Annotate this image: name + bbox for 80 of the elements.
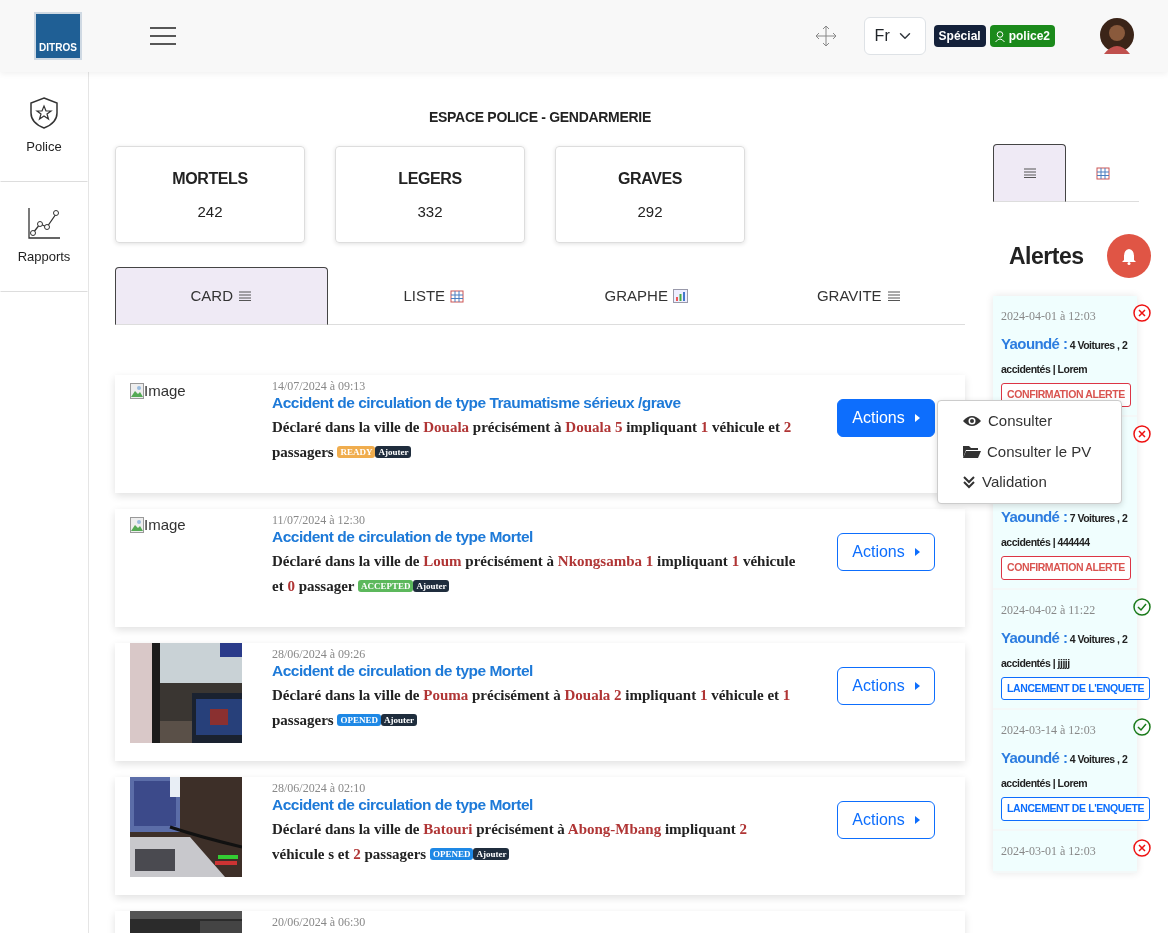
broken-image-icon <box>130 517 144 533</box>
add-badge[interactable]: Ajouter <box>413 580 450 593</box>
tab[interactable]: GRAVITE <box>752 267 965 325</box>
role-badge: Spécial <box>933 25 986 47</box>
alert-date: 2024-04-01 à 12:03 <box>1001 308 1097 325</box>
language-select[interactable]: Fr <box>863 17 926 55</box>
menu-icon <box>150 27 176 45</box>
stat-value: 292 <box>636 202 664 222</box>
actions-button[interactable]: Actions <box>837 801 935 839</box>
add-badge[interactable]: Ajouter <box>473 848 510 861</box>
tab[interactable]: GRAPHE <box>540 267 753 325</box>
accident-date: 20/06/2024 à 06:30 <box>272 915 366 929</box>
bell-button[interactable] <box>1107 234 1152 278</box>
list-icon <box>1022 168 1037 178</box>
add-badge[interactable]: Ajouter <box>375 446 412 459</box>
accident-title[interactable]: Accident de circulation de type Traumatisme sérieux /grave <box>272 393 802 414</box>
alert-action-button[interactable]: LANCEMENT DE L'ENQUETE <box>1001 797 1151 821</box>
menu-item[interactable]: Validation <box>938 467 1121 498</box>
stat-value: 242 <box>196 202 224 222</box>
alert-date: 2024-04-02 à 11:22 <box>1001 601 1097 619</box>
caret-icon <box>914 548 920 556</box>
alert-summary: Yaoundé : 4 Voitures , 2 accidentés | jjjjj <box>1001 627 1129 671</box>
police-badge-icon <box>29 97 59 130</box>
logo: DITROS <box>34 12 82 60</box>
status-badge: OPENED <box>337 714 381 727</box>
move-icon[interactable] <box>814 25 837 47</box>
caret-icon <box>914 682 920 690</box>
tab[interactable]: LISTE <box>327 267 540 325</box>
status-badge: READY <box>337 446 376 459</box>
menu-item[interactable]: Consulter <box>938 406 1121 437</box>
tab[interactable]: CARD <box>115 267 328 325</box>
alert-date: 2024-03-01 à 12:03 <box>1001 843 1097 860</box>
list-icon <box>886 291 901 301</box>
image-alt-text: Image <box>144 380 186 401</box>
avatar <box>1100 18 1134 54</box>
double-check-icon <box>962 475 976 490</box>
actions-button[interactable]: Actions <box>837 667 935 705</box>
actions-button[interactable]: Actions <box>837 399 935 437</box>
accident-date: 11/07/2024 à 12:30 <box>272 513 366 527</box>
alert-summary: Yaoundé : 4 Voitures , 2 accidentés | Lorem <box>1001 748 1129 792</box>
stat-label: MORTELS <box>171 169 249 189</box>
alert-action-button[interactable]: CONFIRMATION ALERTE <box>1001 555 1131 580</box>
broken-image-icon <box>130 383 144 399</box>
user-badge: police2 <box>989 25 1055 47</box>
alert-action-button[interactable]: LANCEMENT DE L'ENQUETE <box>1001 676 1151 701</box>
stat-label: GRAVES <box>617 169 683 189</box>
accident-title[interactable]: Accident de circulation de type Mortel <box>272 795 802 816</box>
image-alt-text: Image <box>144 514 186 535</box>
menu-button[interactable] <box>150 27 176 45</box>
status-badge: ACCEPTED <box>357 580 414 593</box>
accident-title[interactable]: Accident de circulation de type Mortel <box>272 527 802 548</box>
alert-summary: Yaoundé : 4 Voitures , 2 accidentés | Lorem <box>1001 334 1129 377</box>
alert-date: 2024-03-14 à 12:03 <box>1001 722 1097 740</box>
alerts-title: Alertes <box>1009 241 1084 271</box>
menu-item[interactable]: Consulter le PV <box>938 436 1121 467</box>
accident-date: 28/06/2024 à 09:26 <box>272 647 367 661</box>
status-badge: OPENED <box>429 848 474 861</box>
eye-icon <box>962 414 982 429</box>
user-icon <box>994 30 1005 42</box>
line-chart-icon <box>27 207 61 240</box>
add-badge[interactable]: Ajouter <box>380 714 417 727</box>
page-title: ESPACE POLICE - GENDARMERIE <box>428 108 652 127</box>
accident-date: 28/06/2024 à 02:10 <box>272 781 367 795</box>
accident-title[interactable]: Accident de circulation de type Mortel <box>272 661 802 682</box>
stat-value: 332 <box>416 202 444 222</box>
caret-icon <box>914 414 920 422</box>
view-tab[interactable] <box>993 144 1066 202</box>
alert-summary: Yaoundé : 7 Voitures , 2 accidentés | 444444 <box>1001 506 1129 550</box>
list-icon <box>238 291 252 301</box>
bell-icon <box>1121 247 1138 265</box>
stat-label: LEGERS <box>397 169 463 189</box>
accident-date: 14/07/2024 à 09:13 <box>272 379 367 393</box>
table-icon <box>1095 166 1110 180</box>
chart-icon <box>672 289 688 303</box>
caret-icon <box>914 816 920 824</box>
sidebar-item[interactable]: Rapports <box>0 182 88 292</box>
actions-button[interactable]: Actions <box>837 533 935 571</box>
sidebar-item[interactable]: Police <box>0 72 88 182</box>
folder-icon <box>962 444 981 460</box>
table-icon <box>450 289 465 303</box>
